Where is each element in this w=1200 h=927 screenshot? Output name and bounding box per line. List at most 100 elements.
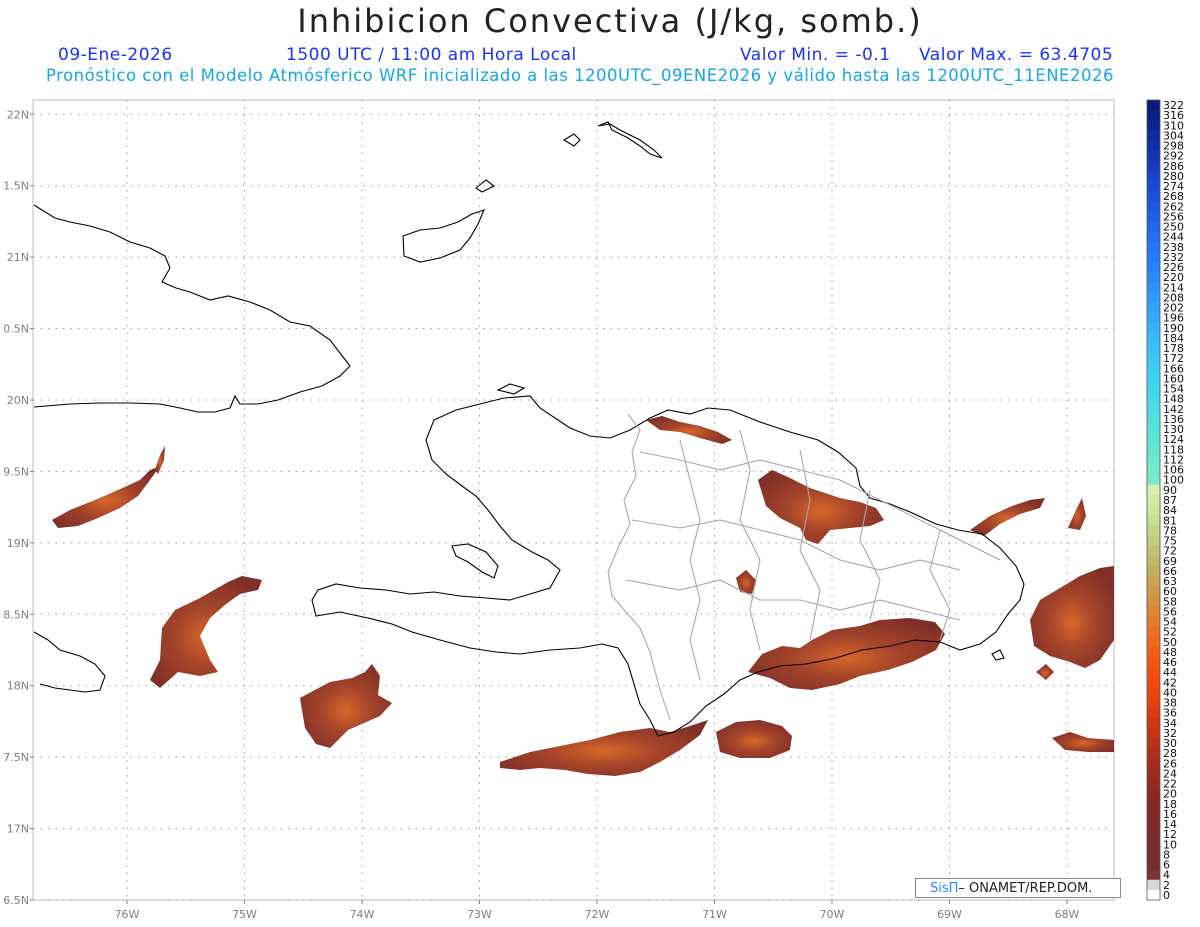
colorbar-swatch bbox=[1147, 110, 1160, 121]
y-tick-label: 1.5N bbox=[3, 180, 29, 193]
colorbar-swatch bbox=[1147, 160, 1160, 172]
colorbar-swatch bbox=[1147, 484, 1160, 496]
colorbar-swatch bbox=[1147, 656, 1160, 668]
y-tick-label: 21N bbox=[7, 251, 29, 264]
colorbar-swatch bbox=[1147, 292, 1160, 303]
colorbar-swatch bbox=[1147, 130, 1160, 141]
colorbar-swatch bbox=[1147, 120, 1160, 131]
x-tick-label: 71W bbox=[702, 908, 727, 921]
colorbar-swatch bbox=[1147, 140, 1160, 152]
y-tick-label: 18N bbox=[7, 680, 29, 693]
colorbar-swatch bbox=[1147, 434, 1160, 445]
x-tick-label: 72W bbox=[585, 908, 610, 921]
colorbar-swatch bbox=[1147, 525, 1160, 536]
colorbar-swatch bbox=[1147, 413, 1160, 425]
colorbar-swatch bbox=[1147, 262, 1160, 273]
colorbar-swatch bbox=[1147, 251, 1160, 263]
colorbar-swatch bbox=[1147, 535, 1160, 546]
colorbar-swatch bbox=[1147, 818, 1160, 830]
colorbar-swatch bbox=[1147, 565, 1160, 577]
colorbar-swatch bbox=[1147, 221, 1160, 233]
x-axis-ticks: 76W 75W 74W 73W 72W 71W 70W 69W 68W bbox=[115, 900, 1080, 921]
colorbar-swatch bbox=[1147, 150, 1160, 162]
colorbar-swatch bbox=[1147, 707, 1160, 719]
colorbar-swatch bbox=[1147, 737, 1160, 749]
colorbar-swatch bbox=[1147, 869, 1160, 881]
colorbar-swatch bbox=[1147, 322, 1160, 334]
colorbar-label: 0 bbox=[1163, 889, 1170, 902]
colorbar: 3223163103042982922862802742682622562502… bbox=[1146, 99, 1184, 902]
colorbar-swatch bbox=[1147, 403, 1160, 415]
colorbar-swatch bbox=[1147, 586, 1160, 597]
y-tick-label: 17N bbox=[7, 823, 29, 836]
colorbar-swatch bbox=[1147, 859, 1160, 871]
colorbar-swatch bbox=[1147, 839, 1160, 850]
colorbar-swatch bbox=[1147, 181, 1160, 192]
colorbar-swatch bbox=[1147, 626, 1160, 638]
colorbar-swatch bbox=[1147, 636, 1160, 648]
colorbar-swatch bbox=[1147, 231, 1160, 243]
colorbar-swatch bbox=[1147, 687, 1160, 698]
colorbar-swatch bbox=[1147, 393, 1160, 405]
plot-area bbox=[32, 99, 1115, 901]
colorbar-swatch bbox=[1147, 879, 1160, 891]
colorbar-swatch bbox=[1147, 596, 1160, 607]
colorbar-swatch bbox=[1147, 424, 1160, 435]
colorbar-swatch bbox=[1147, 100, 1160, 111]
colorbar-swatch bbox=[1147, 575, 1160, 587]
x-tick-label: 73W bbox=[467, 908, 492, 921]
colorbar-swatch bbox=[1147, 849, 1160, 860]
y-tick-label: 0.5N bbox=[3, 323, 29, 336]
x-tick-label: 76W bbox=[115, 908, 140, 921]
map-chart: 22N 1.5N 21N 0.5N 20N 9.5N 19N 8.5N 18N 7.5N 17N 6.… bbox=[3, 99, 1184, 921]
colorbar-swatch bbox=[1147, 788, 1160, 800]
y-tick-label: 8.5N bbox=[3, 608, 29, 621]
colorbar-swatch bbox=[1147, 758, 1160, 769]
credit-text: – ONAMET/REP.DOM. bbox=[958, 881, 1093, 896]
colorbar-swatch bbox=[1147, 454, 1160, 465]
colorbar-swatch bbox=[1147, 343, 1160, 354]
y-tick-label: 22N bbox=[7, 108, 29, 121]
colorbar-swatch bbox=[1147, 494, 1160, 506]
sispi-logo-text: SisΠ bbox=[930, 881, 959, 896]
colorbar-swatch bbox=[1147, 697, 1160, 708]
colorbar-swatch bbox=[1147, 302, 1160, 314]
colorbar-swatch bbox=[1147, 383, 1160, 395]
x-tick-label: 68W bbox=[1055, 908, 1080, 921]
y-tick-label: 6.5N bbox=[3, 894, 29, 907]
colorbar-swatch bbox=[1147, 211, 1160, 222]
colorbar-swatch bbox=[1147, 201, 1160, 212]
colorbar-swatch bbox=[1147, 444, 1160, 455]
colorbar-swatch bbox=[1147, 515, 1160, 526]
colorbar-swatch bbox=[1147, 373, 1160, 384]
x-tick-label: 74W bbox=[350, 908, 375, 921]
colorbar-swatch bbox=[1147, 727, 1160, 739]
colorbar-swatch bbox=[1147, 768, 1160, 779]
colorbar-swatch bbox=[1147, 282, 1160, 293]
colorbar-swatch bbox=[1147, 616, 1160, 627]
colorbar-swatch bbox=[1147, 464, 1160, 476]
colorbar-swatch bbox=[1147, 829, 1160, 840]
colorbar-swatch bbox=[1147, 363, 1160, 374]
colorbar-swatch bbox=[1147, 667, 1160, 678]
colorbar-swatch bbox=[1147, 606, 1160, 617]
x-tick-label: 70W bbox=[820, 908, 845, 921]
colorbar-swatch bbox=[1147, 272, 1160, 283]
y-tick-label: 9.5N bbox=[3, 465, 29, 478]
y-tick-label: 19N bbox=[7, 537, 29, 550]
colorbar-swatch bbox=[1147, 677, 1160, 688]
y-axis-ticks: 22N 1.5N 21N 0.5N 20N 9.5N 19N 8.5N 18N 7.5N 17N 6.… bbox=[3, 108, 33, 907]
colorbar-swatch bbox=[1147, 646, 1160, 658]
credit-box: SisΠ– ONAMET/REP.DOM. bbox=[915, 878, 1121, 898]
colorbar-swatch bbox=[1147, 808, 1160, 820]
colorbar-swatch bbox=[1147, 798, 1160, 810]
colorbar-swatch bbox=[1147, 555, 1160, 567]
colorbar-swatch bbox=[1147, 332, 1160, 344]
colorbar-swatch bbox=[1147, 170, 1160, 182]
colorbar-swatch bbox=[1147, 353, 1160, 364]
colorbar-swatch bbox=[1147, 748, 1160, 759]
colorbar-swatch bbox=[1147, 545, 1160, 557]
colorbar-swatch bbox=[1147, 241, 1160, 253]
y-tick-label: 20N bbox=[7, 394, 29, 407]
y-tick-label: 7.5N bbox=[3, 751, 29, 764]
